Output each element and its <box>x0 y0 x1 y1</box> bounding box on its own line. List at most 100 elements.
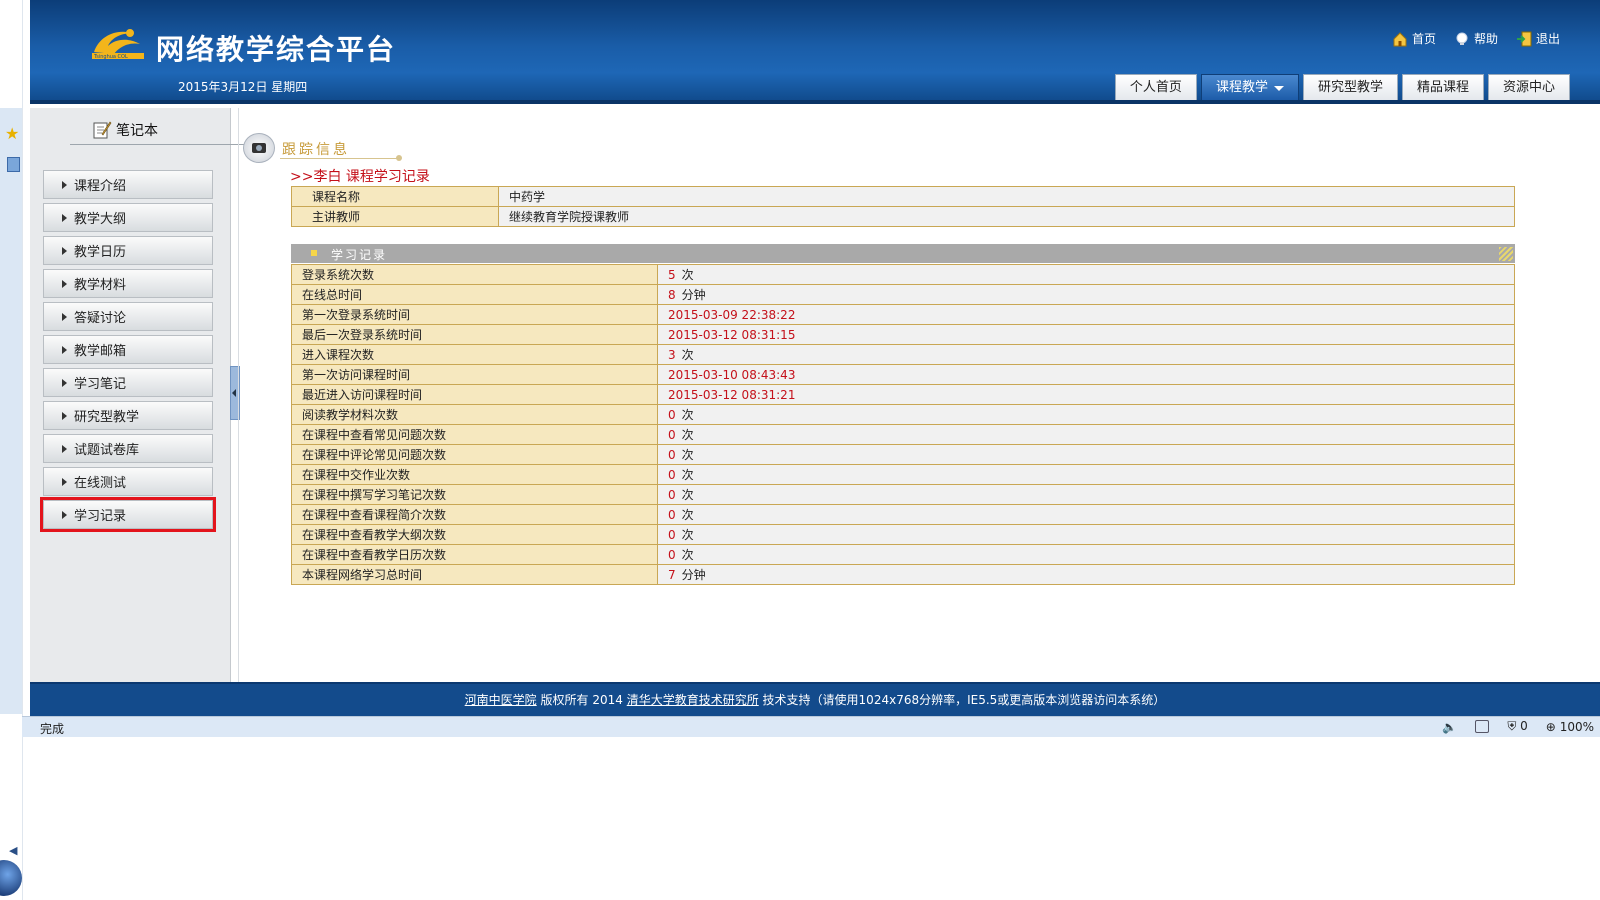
tab-research-teaching[interactable]: 研究型教学 <box>1302 74 1398 102</box>
record-value-cell: 0次 <box>657 464 1515 485</box>
start-orb-icon[interactable] <box>0 860 22 896</box>
support-text: 技术支持（请使用1024x768分辨率，IE5.5或更高版本浏览器访问本系统） <box>762 693 1166 707</box>
record-value: 0 <box>668 488 676 502</box>
record-value-cell: 3次 <box>657 344 1515 365</box>
zoom-control[interactable]: ⊕ 100% <box>1546 720 1594 734</box>
sidebar-item-online-test[interactable]: 在线测试 <box>43 467 213 496</box>
table-row: 在课程中查看常见问题次数 0 次 <box>291 424 1515 445</box>
support-org-link[interactable]: 清华大学教育技术研究所 <box>627 693 759 707</box>
record-value: 3 <box>668 348 676 362</box>
table-row: 最后一次登录系统时间 2015-03-12 08:31:15 <box>291 324 1515 345</box>
notebook-label: 笔记本 <box>116 123 158 139</box>
sidebar-item-study-records[interactable]: 学习记录 <box>40 497 216 532</box>
record-label: 本课程网络学习总时间 <box>291 564 658 585</box>
sidebar-item-label: 课程介绍 <box>74 179 127 194</box>
logout-link[interactable]: 退出 <box>1516 30 1560 47</box>
record-label: 在课程中评论常见问题次数 <box>291 444 658 465</box>
favorites-star-icon[interactable]: ★ <box>5 124 19 143</box>
record-label: 在课程中查看课程简介次数 <box>291 504 658 525</box>
section-title-dot <box>396 155 402 161</box>
record-value-cell: 2015-03-12 08:31:21 <box>657 384 1515 405</box>
favorites-band <box>0 108 22 714</box>
sidebar-item-label: 学习笔记 <box>74 377 127 392</box>
tsinghua-col-logo[interactable]: Tsinghua COL <box>90 24 146 60</box>
record-value: 8 <box>668 288 676 302</box>
record-label: 阅读教学材料次数 <box>291 404 658 425</box>
page-icon[interactable] <box>7 157 20 172</box>
table-row: 第一次访问课程时间 2015-03-10 08:43:43 <box>291 364 1515 385</box>
favorites-strip: ★ ◀ <box>0 0 23 900</box>
record-unit: 次 <box>681 488 694 502</box>
sidebar-item-label: 教学日历 <box>74 245 127 260</box>
record-label: 在线总时间 <box>291 284 658 305</box>
record-label: 在课程中查看教学日历次数 <box>291 544 658 565</box>
lightbulb-icon <box>1456 32 1468 45</box>
collapse-arrow-icon[interactable]: ◀ <box>9 844 17 857</box>
record-label: 最后一次登录系统时间 <box>291 324 658 345</box>
sidebar-item-label: 答疑讨论 <box>74 311 127 326</box>
sidebar-item-label: 研究型教学 <box>74 410 140 425</box>
record-value: 7 <box>668 568 676 582</box>
tab-label: 课程教学 <box>1215 80 1268 95</box>
tab-quality-courses[interactable]: 精品课程 <box>1401 74 1484 102</box>
sidebar-item-question-bank[interactable]: 试题试卷库 <box>43 434 213 463</box>
table-row: 第一次登录系统时间 2015-03-09 22:38:22 <box>291 304 1515 325</box>
record-label: 在课程中查看教学大纲次数 <box>291 524 658 545</box>
sidebar-item-label: 教学大纲 <box>74 212 127 227</box>
content-divider <box>238 108 239 682</box>
record-label: 最近进入访问课程时间 <box>291 384 658 405</box>
record-value-cell: 0次 <box>657 484 1515 505</box>
tab-course-teaching[interactable]: 课程教学 <box>1200 74 1299 102</box>
status-text: 完成 <box>40 722 65 736</box>
sidebar-item-mailbox[interactable]: 教学邮箱 <box>43 335 213 364</box>
tab-label: 精品课程 <box>1416 80 1469 95</box>
record-value: 2015-03-09 22:38:22 <box>668 307 796 322</box>
home-icon <box>1393 31 1407 46</box>
sidebar-item-research[interactable]: 研究型教学 <box>43 401 213 430</box>
tab-personal-home[interactable]: 个人首页 <box>1114 74 1197 102</box>
sidebar-item-calendar[interactable]: 教学日历 <box>43 236 213 265</box>
sidebar-item-label: 试题试卷库 <box>74 443 140 458</box>
tab-label: 个人首页 <box>1129 80 1182 95</box>
shield-icon: ⛨ <box>1507 719 1517 733</box>
speaker-icon[interactable]: 🔈 <box>1442 720 1457 734</box>
bullet-square-icon <box>311 250 317 256</box>
notebook-link[interactable]: 笔记本 <box>92 120 158 140</box>
table-row: 在课程中查看教学日历次数 0 次 <box>291 544 1515 565</box>
record-unit: 次 <box>681 348 694 362</box>
home-link[interactable]: 首页 <box>1392 30 1436 47</box>
table-row: 在课程中查看教学大纲次数 0 次 <box>291 524 1515 545</box>
course-info-table: 课程名称 中药学 主讲教师 继续教育学院授课教师 <box>291 186 1515 227</box>
sidebar-item-qa[interactable]: 答疑讨论 <box>43 302 213 331</box>
tab-resource-center[interactable]: 资源中心 <box>1487 74 1570 102</box>
record-value: 0 <box>668 468 676 482</box>
popup-blocker-indicator[interactable]: ⛨ 0 <box>1507 719 1527 734</box>
record-value: 0 <box>668 528 676 542</box>
record-value: 0 <box>668 448 676 462</box>
sidebar-item-notes[interactable]: 学习笔记 <box>43 368 213 397</box>
help-link[interactable]: 帮助 <box>1454 30 1498 47</box>
site-footer: 河南中医学院 版权所有 2014 清华大学教育技术研究所 技术支持（请使用102… <box>30 682 1600 716</box>
zoom-icon: ⊕ <box>1545 719 1556 734</box>
sidebar-menu: 课程介绍 教学大纲 教学日历 教学材料 答疑讨论 教学邮箱 学习笔记 研究型教学… <box>40 170 216 533</box>
org-link[interactable]: 河南中医学院 <box>465 693 537 707</box>
exit-door-icon <box>1516 31 1532 46</box>
record-unit: 次 <box>681 448 694 462</box>
table-row: 课程名称 中药学 <box>291 186 1515 207</box>
status-right-group: 🔈 ⛨ 0 ⊕ 100% <box>1442 719 1594 734</box>
table-row: 登录系统次数 5 次 <box>291 264 1515 285</box>
sidebar-item-course-intro[interactable]: 课程介绍 <box>43 170 213 199</box>
record-value-cell: 2015-03-12 08:31:15 <box>657 324 1515 345</box>
sidebar-item-materials[interactable]: 教学材料 <box>43 269 213 298</box>
table-row: 在课程中评论常见问题次数 0 次 <box>291 444 1515 465</box>
tab-label: 研究型教学 <box>1317 80 1383 95</box>
sidebar-item-label: 学习记录 <box>74 509 127 524</box>
record-value-cell: 0次 <box>657 424 1515 445</box>
logout-link-label: 退出 <box>1535 32 1560 46</box>
record-unit: 次 <box>681 528 694 542</box>
sidebar-divider <box>70 144 246 145</box>
sidebar-item-syllabus[interactable]: 教学大纲 <box>43 203 213 232</box>
toolbox-icon[interactable] <box>1475 720 1490 733</box>
site-header: Tsinghua COL 网络教学综合平台 2015年3月12日 星期四 首页 … <box>30 0 1600 104</box>
record-value: 0 <box>668 548 676 562</box>
